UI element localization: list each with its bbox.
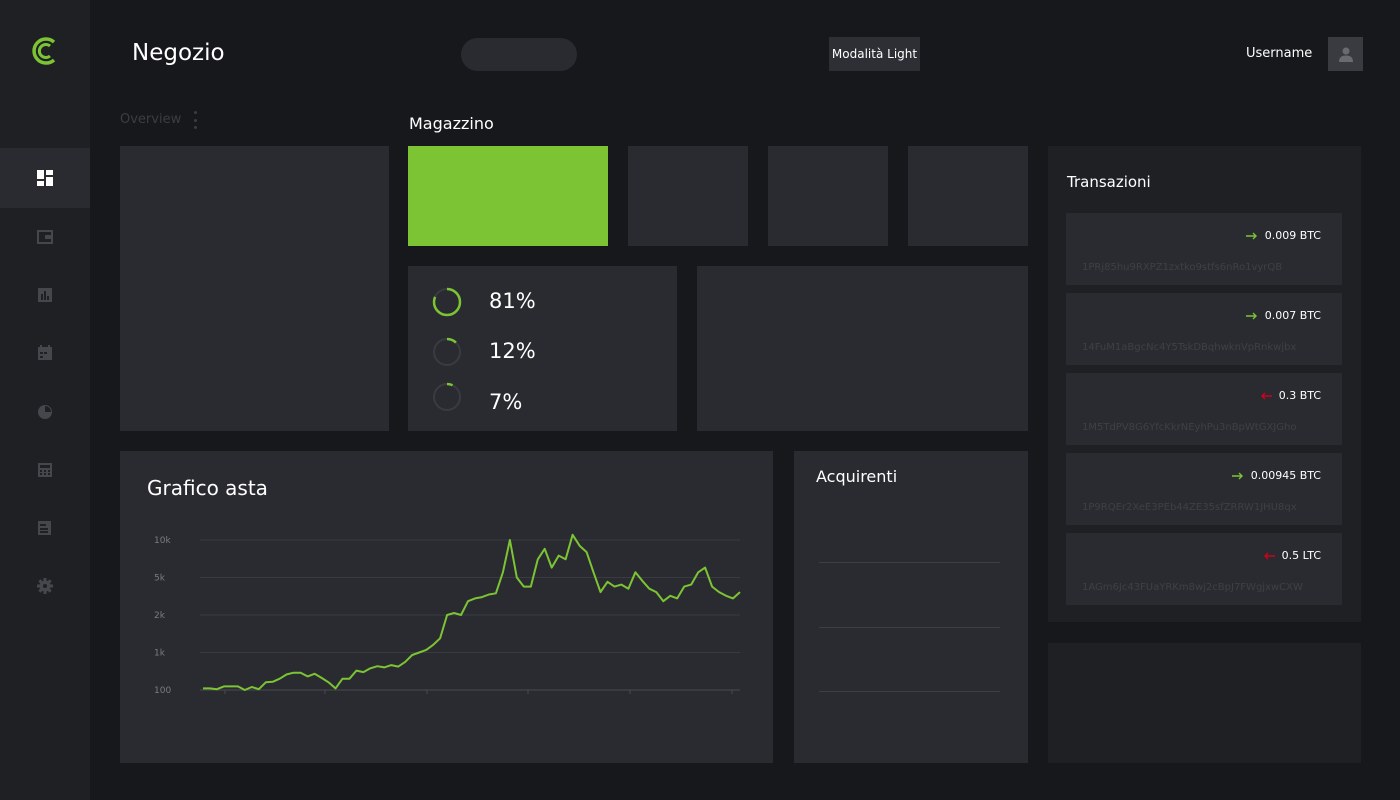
user-icon xyxy=(1338,47,1353,62)
transaction-address: 1P9RQEr2XeE3PEb44ZE35sfZRRW1JHU8qx xyxy=(1082,502,1297,513)
transaction-amount: 0.007 BTC xyxy=(1245,309,1321,322)
chart-y-tick-label: 2k xyxy=(154,611,166,621)
transaction-amount: 0.009 BTC xyxy=(1245,229,1321,242)
username[interactable]: Username xyxy=(1246,46,1312,61)
acquirenti-label: Acquirenti xyxy=(816,467,898,486)
magazzino-wide-card xyxy=(697,266,1028,431)
arrow-left-icon xyxy=(1260,392,1272,399)
transaction-amount: 0.00945 BTC xyxy=(1231,469,1321,482)
sidebar-item-reports[interactable] xyxy=(0,382,90,442)
pie-chart-icon xyxy=(38,405,52,419)
transaction-address: 1PRj85hu9RXPZ1zxtko9stfs6nRo1vyrQB xyxy=(1082,262,1283,273)
stat-value: 7% xyxy=(489,390,523,414)
sidebar-item-settings[interactable] xyxy=(0,556,90,616)
transaction-item[interactable]: 0.5 LTC 1AGm6Jc43FUaYRKm8wj2cBpJ7FWgjxwCX… xyxy=(1066,533,1342,605)
logo-icon[interactable] xyxy=(30,34,60,68)
bar-chart-icon xyxy=(38,288,52,302)
magazzino-card[interactable] xyxy=(768,146,888,246)
transaction-address: 14FuM1aBgcNc4Y5TskDBqhwknVpRnkwjbx xyxy=(1082,342,1297,353)
progress-ring-track xyxy=(433,338,461,366)
arrow-left-icon xyxy=(1263,552,1275,559)
sidebar-item-stats[interactable] xyxy=(0,265,90,325)
calendar-icon xyxy=(38,345,52,360)
magazzino-highlight-card[interactable] xyxy=(408,146,608,246)
chart-title: Grafico asta xyxy=(147,476,268,500)
progress-ring xyxy=(432,337,462,367)
chart-y-tick-label: 5k xyxy=(154,574,166,584)
transaction-amount: 0.3 BTC xyxy=(1260,389,1321,402)
divider xyxy=(819,691,1000,692)
divider xyxy=(819,627,1000,628)
sidebar-item-calendar[interactable] xyxy=(0,323,90,383)
magazzino-card[interactable] xyxy=(628,146,748,246)
transaction-amount-text: 0.5 LTC xyxy=(1281,549,1321,562)
chart-series-line xyxy=(203,533,741,691)
transaction-amount-text: 0.00945 BTC xyxy=(1250,469,1321,482)
transaction-address: 1M5TdPV8G6YfcKkrNEyhPu3nBpWtGXJGho xyxy=(1082,422,1297,433)
page-title: Negozio xyxy=(132,40,225,66)
document-icon xyxy=(38,521,51,535)
transaction-address: 1AGm6Jc43FUaYRKm8wj2cBpJ7FWgjxwCXW xyxy=(1082,582,1303,593)
search-input[interactable] xyxy=(461,38,577,71)
avatar[interactable] xyxy=(1328,37,1363,71)
sidebar-item-wallet[interactable] xyxy=(0,207,90,267)
magazzino-label: Magazzino xyxy=(409,114,494,133)
arrow-right-icon xyxy=(1231,472,1243,479)
overview-label: Overview xyxy=(120,112,182,127)
light-mode-button[interactable]: Modalità Light xyxy=(829,37,920,71)
sidebar-item-calculator[interactable] xyxy=(0,440,90,500)
sidebar-item-dashboard[interactable] xyxy=(0,148,90,208)
calculator-icon xyxy=(38,463,52,477)
overview-menu-icon[interactable] xyxy=(192,111,198,129)
transaction-item[interactable]: 0.007 BTC 14FuM1aBgcNc4Y5TskDBqhwknVpRnkw… xyxy=(1066,293,1342,365)
transaction-item[interactable]: 0.00945 BTC 1P9RQEr2XeE3PEb44ZE35sfZRRW1J… xyxy=(1066,453,1342,525)
sidebar xyxy=(0,0,90,800)
progress-ring-track xyxy=(433,383,461,411)
settings-icon xyxy=(37,578,53,594)
arrow-right-icon xyxy=(1245,232,1257,239)
transaction-item[interactable]: 0.009 BTC 1PRj85hu9RXPZ1zxtko9stfs6nRo1vy… xyxy=(1066,213,1342,285)
bottom-right-card xyxy=(1048,643,1361,763)
chart-y-tick-label: 10k xyxy=(154,536,171,546)
transaction-amount-text: 0.3 BTC xyxy=(1278,389,1321,402)
line-chart: 100 1k 2k 5k 10k xyxy=(154,533,741,696)
transaction-amount-text: 0.007 BTC xyxy=(1264,309,1321,322)
stat-value: 81% xyxy=(489,289,536,313)
chart-y-tick-label: 100 xyxy=(154,686,171,696)
acquirenti-card xyxy=(794,451,1028,763)
transaction-item[interactable]: 0.3 BTC 1M5TdPV8G6YfcKkrNEyhPu3nBpWtGXJGh… xyxy=(1066,373,1342,445)
arrow-right-icon xyxy=(1245,312,1257,319)
stat-value: 12% xyxy=(489,339,536,363)
chart-y-tick-label: 1k xyxy=(154,649,166,659)
overview-card xyxy=(120,146,389,431)
transaction-amount-text: 0.009 BTC xyxy=(1264,229,1321,242)
wallet-icon xyxy=(37,230,53,244)
dashboard-icon xyxy=(37,170,53,186)
progress-ring xyxy=(432,287,462,317)
sidebar-item-documents[interactable] xyxy=(0,498,90,558)
transaction-amount: 0.5 LTC xyxy=(1263,549,1321,562)
magazzino-card[interactable] xyxy=(908,146,1028,246)
progress-ring xyxy=(432,382,462,412)
divider xyxy=(819,562,1000,563)
transactions-label: Transazioni xyxy=(1067,173,1151,191)
